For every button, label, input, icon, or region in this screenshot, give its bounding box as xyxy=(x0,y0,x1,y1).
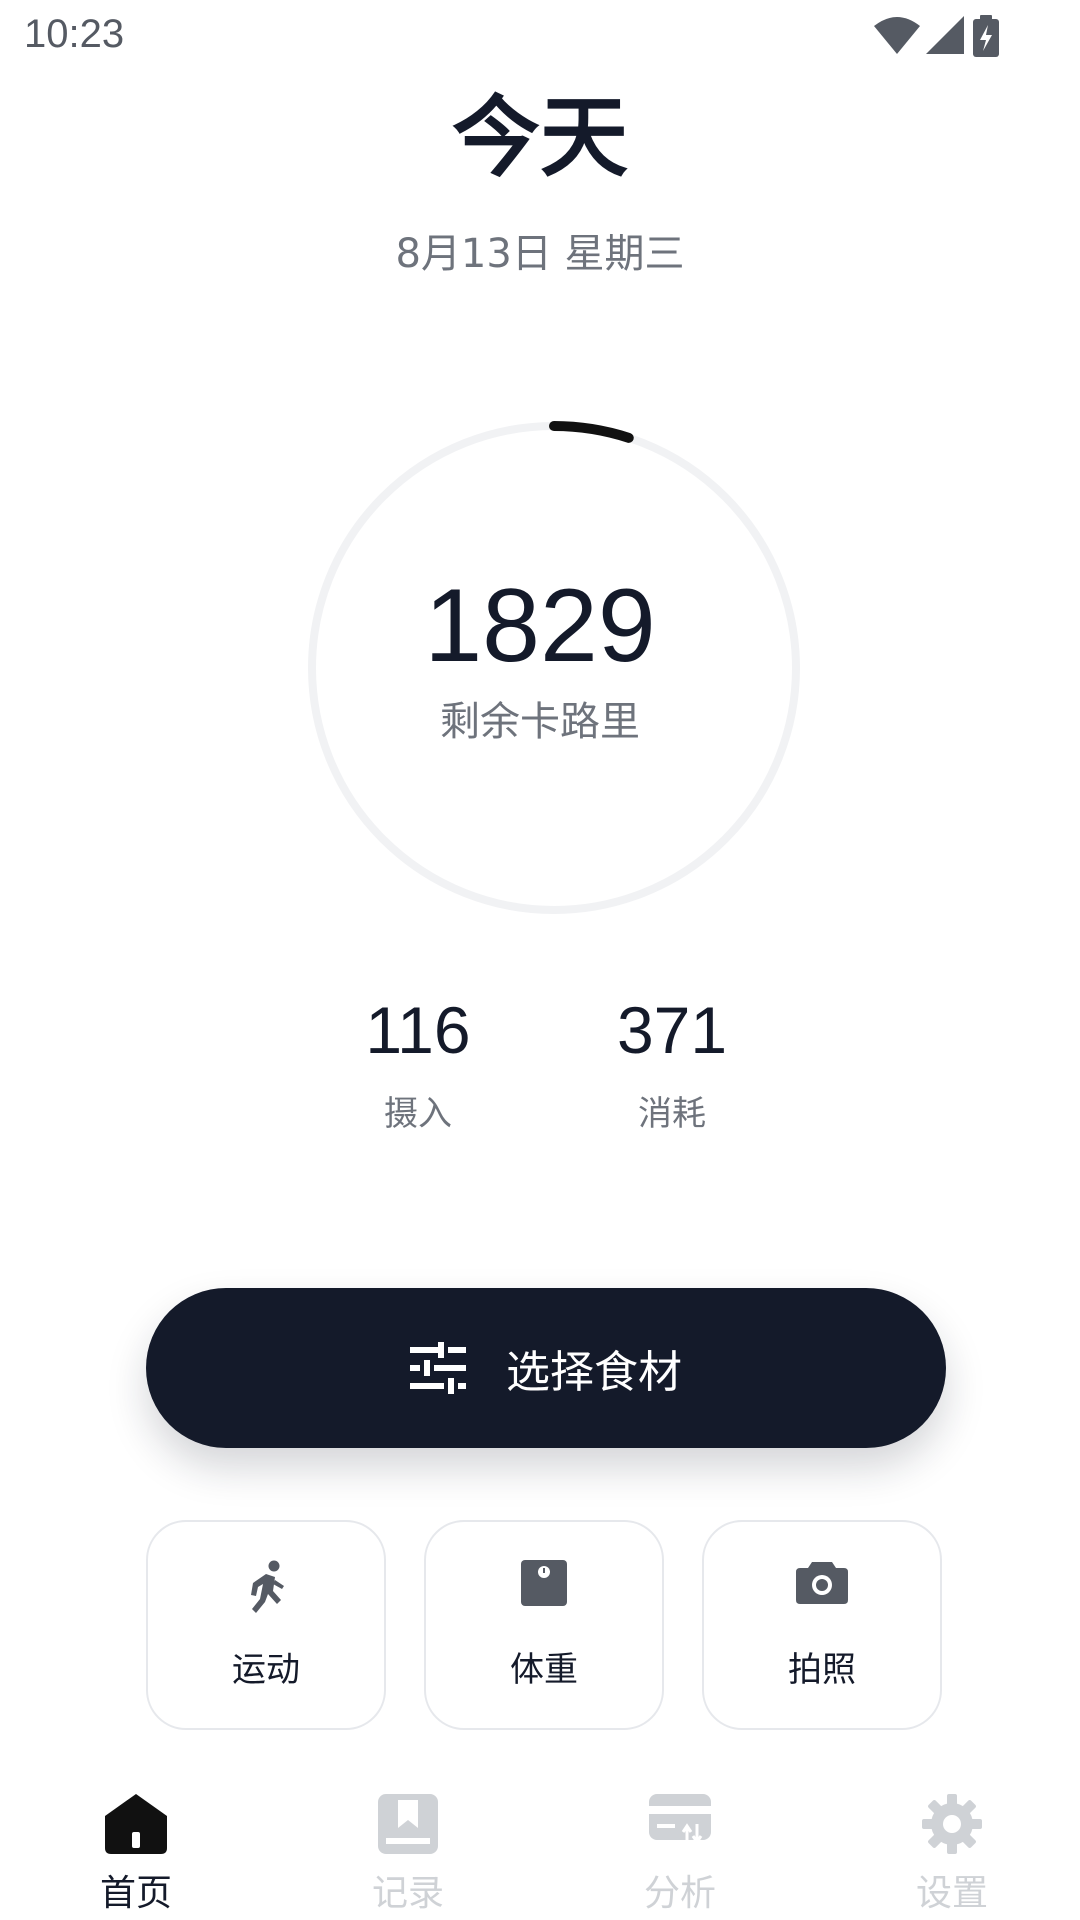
nav-settings-label: 设置 xyxy=(915,1873,988,1914)
camera-icon xyxy=(796,1562,848,1604)
nav-item-settings[interactable]: 设置 xyxy=(852,1780,1052,1920)
weight-card[interactable]: 体重 xyxy=(424,1520,664,1730)
nav-records-label: 记录 xyxy=(371,1873,444,1914)
wifi-icon xyxy=(874,17,920,54)
scale-icon xyxy=(521,1560,567,1606)
intake-value: 116 xyxy=(365,993,471,1067)
page-title: 今天 xyxy=(451,86,628,189)
burned-label: 消耗 xyxy=(638,1094,706,1134)
intake-stat: 116 摄入 xyxy=(318,990,518,1138)
tune-icon xyxy=(410,1342,466,1394)
status-time: 10:23 xyxy=(24,12,125,56)
signal-icon xyxy=(926,16,964,54)
nav-item-analysis[interactable]: 分析 xyxy=(580,1780,780,1920)
remaining-calories-value: 1829 xyxy=(424,568,656,684)
remaining-calories-label: 剩余卡路里 xyxy=(440,699,640,745)
battery-charging-icon xyxy=(973,15,999,57)
nav-item-records[interactable]: 记录 xyxy=(308,1780,508,1920)
photo-card[interactable]: 拍照 xyxy=(702,1520,942,1730)
photo-label: 拍照 xyxy=(788,1650,856,1690)
nav-analysis-label: 分析 xyxy=(643,1873,716,1914)
page-date: 8月13日 星期三 xyxy=(395,231,685,277)
exercise-card[interactable]: 运动 xyxy=(146,1520,386,1730)
burned-value: 371 xyxy=(616,993,728,1067)
bottom-navigation: 首页 记录 分析 设置 xyxy=(0,1780,1080,1920)
status-bar: 10:23 xyxy=(0,0,1080,72)
wallet-icon xyxy=(649,1794,711,1845)
burned-stat: 371 消耗 xyxy=(572,990,772,1138)
book-icon xyxy=(378,1794,438,1854)
select-ingredients-label: 选择食材 xyxy=(506,1347,682,1398)
weight-label: 体重 xyxy=(510,1650,578,1690)
run-icon xyxy=(251,1560,284,1613)
intake-label: 摄入 xyxy=(384,1094,452,1134)
ring-progress-arc xyxy=(549,421,634,443)
nav-home-label: 首页 xyxy=(99,1873,172,1914)
status-icons xyxy=(874,14,1000,58)
select-ingredients-button[interactable]: 选择食材 xyxy=(146,1288,946,1448)
nav-item-home[interactable]: 首页 xyxy=(36,1780,236,1920)
home-icon xyxy=(105,1794,167,1854)
gear-icon xyxy=(922,1794,982,1854)
exercise-label: 运动 xyxy=(232,1650,300,1690)
